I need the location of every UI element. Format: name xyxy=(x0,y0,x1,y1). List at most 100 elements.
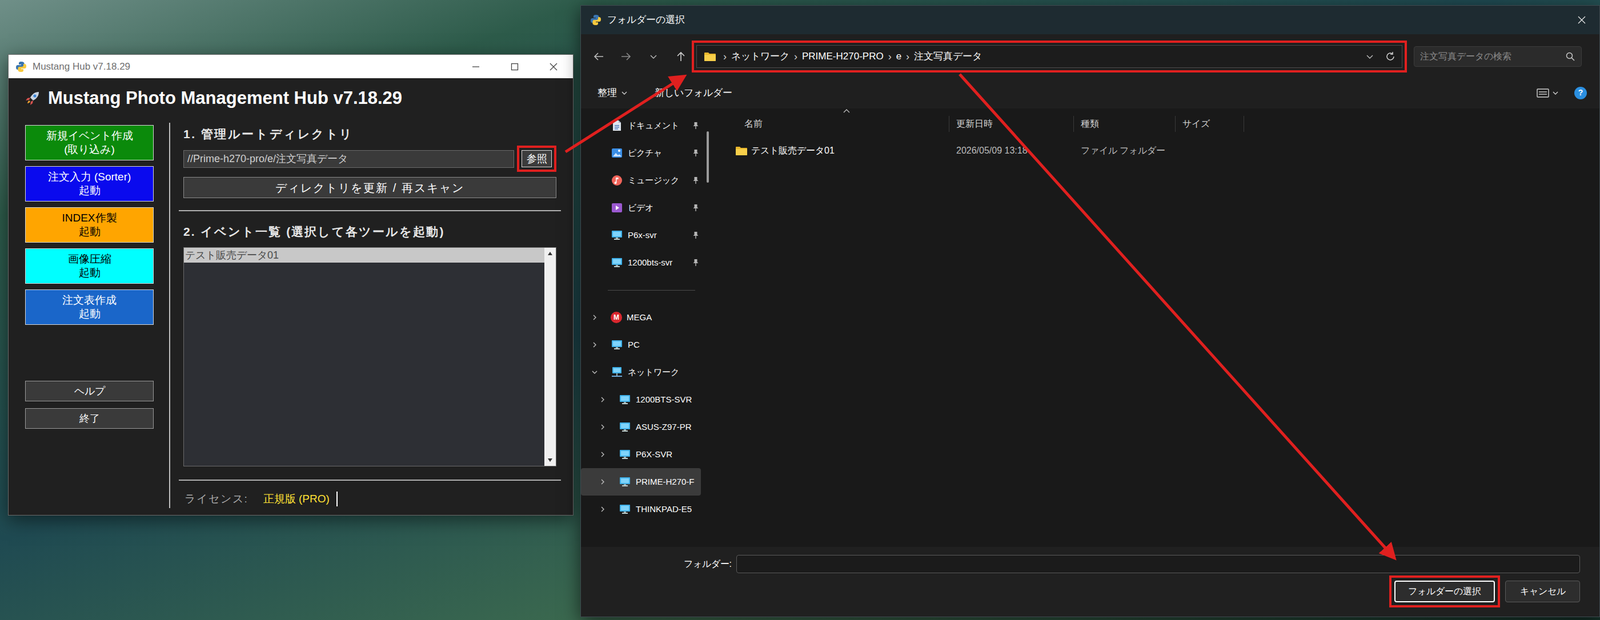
tool-button-label: 起動 xyxy=(78,225,101,239)
quick-access-item[interactable]: ドキュメント xyxy=(580,111,706,140)
title-bar: フォルダーの選択 xyxy=(580,5,1600,35)
breadcrumb-segment[interactable]: 注文写真データ xyxy=(913,49,982,64)
collapsed-chevron-icon[interactable] xyxy=(598,478,608,486)
collapsed-chevron-icon[interactable] xyxy=(598,423,608,431)
nav-label: ビデオ xyxy=(627,201,654,215)
close-icon[interactable] xyxy=(534,54,573,79)
search-icon[interactable] xyxy=(1565,51,1576,62)
close-icon[interactable] xyxy=(1564,5,1600,35)
folder-field-row: フォルダー: xyxy=(580,555,1600,574)
minimize-icon[interactable] xyxy=(456,54,496,79)
breadcrumb-segment[interactable]: ネットワーク xyxy=(731,49,790,64)
expanded-chevron-icon[interactable] xyxy=(590,369,600,376)
rescan-button[interactable]: ディレクトリを更新 / 再スキャン xyxy=(183,177,557,199)
dialog-button[interactable]: フォルダーの選択 xyxy=(1394,580,1495,603)
folder-dialog: フォルダーの選択›ネットワーク›PRIME-H270-PRO›e›注文写真データ… xyxy=(580,5,1600,618)
nav-tree-item[interactable]: ASUS-Z97-PR xyxy=(580,413,701,441)
nav-label: ネットワーク xyxy=(627,366,680,380)
tool-button[interactable]: 注文表作成起動 xyxy=(25,289,154,326)
tool-button[interactable]: 画像圧縮起動 xyxy=(25,248,154,284)
tool-button[interactable]: INDEX作製起動 xyxy=(25,207,154,243)
computer-icon xyxy=(618,503,632,516)
scroll-down-icon[interactable] xyxy=(544,454,556,467)
server-icon xyxy=(610,229,624,242)
browse-button[interactable]: 参照 xyxy=(521,150,552,168)
file-row[interactable]: テスト販売データ012026/05/09 13:18ファイル フォルダー xyxy=(717,142,1600,160)
scroll-track[interactable] xyxy=(544,259,556,455)
quick-access-item[interactable]: ミュージック xyxy=(580,166,706,195)
search-box xyxy=(1413,46,1582,67)
nav-label: ピクチャ xyxy=(627,146,663,160)
breadcrumb-segment[interactable]: PRIME-H270-PRO xyxy=(801,49,884,64)
nav-label: P6X-SVR xyxy=(635,448,673,462)
back-arrow-icon[interactable] xyxy=(591,51,606,62)
main-panel: 1. 管理ルートディレクトリ参照ディレクトリを更新 / 再スキャン2. イベント… xyxy=(170,125,573,509)
nav-tree-item[interactable]: PRIME-H270-F xyxy=(580,468,701,496)
separator xyxy=(178,210,561,212)
forward-arrow-icon[interactable] xyxy=(619,51,633,62)
tool-button[interactable]: 新規イベント作成(取り込み) xyxy=(25,125,154,161)
quick-access-item[interactable]: P6x-svr xyxy=(580,221,706,250)
collapsed-chevron-icon[interactable] xyxy=(598,451,608,459)
button-highlight: フォルダーの選択 xyxy=(1389,575,1501,608)
window-title: フォルダーの選択 xyxy=(607,12,685,28)
help-button[interactable]: ? xyxy=(1574,86,1587,100)
server-icon xyxy=(610,257,624,269)
organize-menu[interactable]: 整理 xyxy=(597,85,628,101)
nav-tree-item[interactable]: ネットワーク xyxy=(580,358,701,387)
nav-tree-item[interactable]: 1200BTS-SVR xyxy=(580,386,701,414)
quick-access-item[interactable]: ビデオ xyxy=(580,194,706,222)
root-path-field[interactable] xyxy=(183,150,515,168)
event-item[interactable]: テスト販売データ01 xyxy=(183,247,545,263)
pin-icon xyxy=(691,258,700,267)
utility-button[interactable]: 終了 xyxy=(25,408,154,429)
column-header[interactable]: サイズ xyxy=(1175,115,1245,132)
column-header[interactable]: 更新日時 xyxy=(949,115,1074,132)
quick-access-item[interactable]: ピクチャ xyxy=(580,139,706,167)
section-heading: 1. 管理ルートディレクトリ xyxy=(183,126,557,143)
nav-tree-item[interactable]: P6X-SVR xyxy=(580,440,701,469)
address-dropdown-icon[interactable] xyxy=(1364,52,1376,61)
column-header-row: 名前更新日時種類サイズ xyxy=(717,115,1600,132)
pc-icon xyxy=(610,339,624,351)
up-arrow-icon[interactable] xyxy=(674,50,688,63)
view-menu[interactable] xyxy=(1536,87,1559,99)
nav-tree-item[interactable]: PC xyxy=(580,331,701,359)
new-folder-button[interactable]: 新しいフォルダー xyxy=(654,85,733,101)
nav-tree-item[interactable]: THINKPAD-E5 xyxy=(580,495,701,524)
quick-access-item[interactable]: 1200bts-svr xyxy=(580,249,706,277)
hub-main: 新規イベント作成(取り込み)注文入力 (Sorter)起動INDEX作製起動画像… xyxy=(8,118,573,516)
collapsed-chevron-icon[interactable] xyxy=(590,314,600,322)
utility-button[interactable]: ヘルプ xyxy=(25,381,154,402)
nav-tree-item[interactable]: MMEGA xyxy=(580,303,701,332)
utility-buttons: ヘルプ終了 xyxy=(25,381,170,429)
breadcrumb-separator: › xyxy=(888,49,892,65)
collapsed-chevron-icon[interactable] xyxy=(598,396,608,404)
nav-label: 1200BTS-SVR xyxy=(635,393,692,407)
tool-button[interactable]: 注文入力 (Sorter)起動 xyxy=(25,166,154,202)
address-bar[interactable]: ›ネットワーク›PRIME-H270-PRO›e›注文写真データ xyxy=(696,45,1403,68)
pin-icon xyxy=(691,231,700,240)
nav-label: PRIME-H270-F xyxy=(635,475,695,489)
maximize-icon[interactable] xyxy=(495,54,535,79)
search-field[interactable] xyxy=(1420,49,1562,64)
folder-icon xyxy=(735,145,748,156)
scrollbar-thumb[interactable] xyxy=(706,131,709,183)
computer-icon xyxy=(618,476,632,488)
column-header[interactable]: 種類 xyxy=(1073,115,1176,132)
dialog-button[interactable]: キャンセル xyxy=(1505,580,1581,603)
scrollbar[interactable] xyxy=(544,247,556,467)
column-header[interactable]: 名前 xyxy=(717,115,950,132)
folder-name-field[interactable] xyxy=(736,555,1581,574)
breadcrumb-segment[interactable]: e xyxy=(896,49,902,64)
sort-ascending-icon xyxy=(843,108,850,114)
folder-field-label: フォルダー: xyxy=(580,557,732,572)
tool-button-label: INDEX作製 xyxy=(61,211,117,226)
collapsed-chevron-icon[interactable] xyxy=(590,341,600,349)
help-wrap: ? xyxy=(1574,86,1587,100)
nav-scrollbar[interactable] xyxy=(705,108,711,548)
history-dropdown-icon[interactable] xyxy=(646,52,661,61)
refresh-icon[interactable] xyxy=(1384,51,1397,62)
collapsed-chevron-icon[interactable] xyxy=(598,506,608,513)
scroll-up-icon[interactable] xyxy=(544,247,556,260)
